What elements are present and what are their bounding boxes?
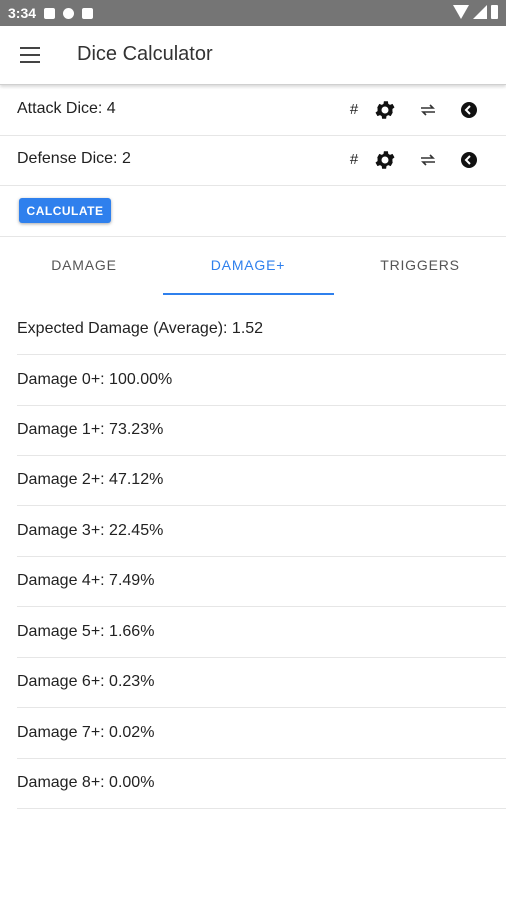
damage-row-0: Damage 0+: 100.00% (17, 355, 506, 406)
defense-count-icon[interactable]: # (342, 148, 366, 172)
attack-back-icon[interactable] (457, 98, 481, 122)
wifi-icon (453, 5, 469, 19)
expected-damage-row: Expected Damage (Average): 1.52 (17, 304, 506, 355)
attack-reroll-icon[interactable] (416, 98, 440, 122)
tab-damage-plus[interactable]: DAMAGE+ (164, 237, 332, 295)
damage-row-4: Damage 4+: 7.49% (17, 556, 506, 607)
defense-back-icon[interactable] (457, 148, 481, 172)
calculate-button[interactable]: CALCULATE (19, 198, 111, 223)
sd-card-icon (82, 7, 94, 19)
defense-reroll-icon[interactable] (416, 148, 440, 172)
defense-dice-row: Defense Dice: 2 # (0, 135, 506, 186)
attack-dice-row: Attack Dice: 4 # (0, 85, 506, 136)
attack-count-icon[interactable]: # (342, 98, 366, 122)
damage-row-5: Damage 5+: 1.66% (17, 607, 506, 658)
damage-row-3: Damage 3+: 22.45% (17, 506, 506, 557)
attack-dice-label: Attack Dice: 4 (17, 100, 116, 117)
active-tab-indicator (163, 293, 334, 295)
result-tabs: DAMAGE DAMAGE+ TRIGGERS (0, 237, 506, 295)
notification-icon (44, 7, 56, 19)
defense-gear-icon[interactable] (373, 148, 397, 172)
menu-icon[interactable] (20, 47, 40, 63)
damage-row-2: Damage 2+: 47.12% (17, 455, 506, 506)
app-notification-icon (63, 7, 75, 19)
tab-triggers[interactable]: TRIGGERS (336, 237, 504, 295)
status-right-icons (453, 5, 498, 19)
app-title: Dice Calculator (77, 43, 213, 65)
damage-row-7: Damage 7+: 0.02% (17, 708, 506, 759)
status-bar: 3:34 (0, 0, 506, 26)
battery-icon (491, 5, 498, 19)
damage-row-1: Damage 1+: 73.23% (17, 405, 506, 456)
damage-row-8: Damage 8+: 0.00% (17, 758, 506, 809)
damage-row-6: Damage 6+: 0.23% (17, 657, 506, 708)
defense-dice-label: Defense Dice: 2 (17, 150, 131, 167)
tab-damage[interactable]: DAMAGE (0, 237, 168, 295)
app-bar: Dice Calculator (0, 26, 506, 85)
status-time: 3:34 (8, 5, 37, 21)
attack-gear-icon[interactable] (373, 98, 397, 122)
signal-icon (473, 5, 487, 19)
